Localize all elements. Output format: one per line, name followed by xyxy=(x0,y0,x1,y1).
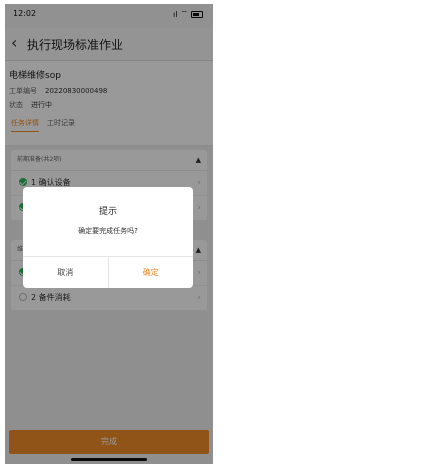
dialog-buttons: 取消 确定 xyxy=(23,256,193,288)
confirm-button[interactable]: 确定 xyxy=(109,257,194,288)
dialog-title: 提示 xyxy=(98,207,117,217)
phone-screen: 12:02 ıl ⌔ ‹ 执行现场标准作业 电梯维修sop 工单编号 202208… xyxy=(5,4,213,464)
confirm-dialog: 提示 确定要完成任务吗? 取消 确定 xyxy=(23,187,193,288)
dialog-message: 确定要完成任务吗? xyxy=(78,227,138,235)
cancel-button[interactable]: 取消 xyxy=(23,257,109,288)
